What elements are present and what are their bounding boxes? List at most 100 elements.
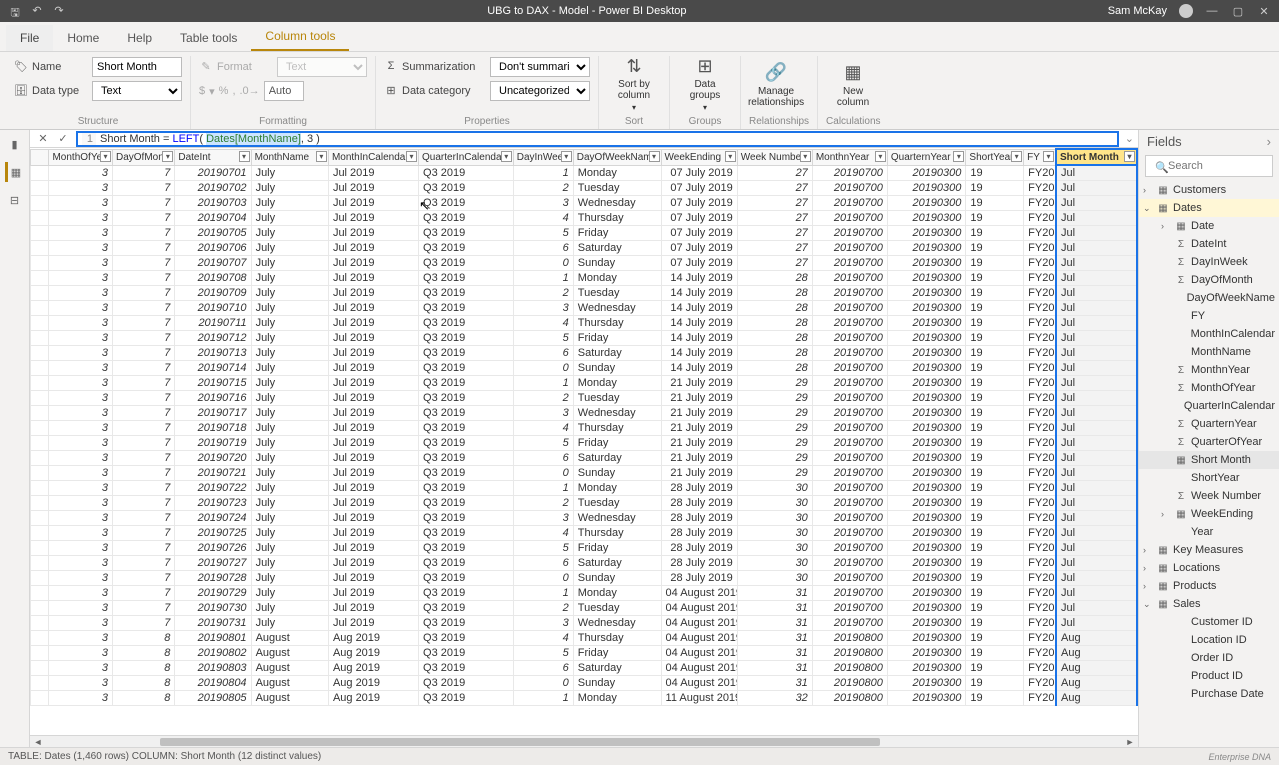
cell[interactable]: 20190706 bbox=[175, 241, 251, 256]
cell[interactable]: Jul 2019 bbox=[328, 511, 418, 526]
cell[interactable]: 19 bbox=[966, 451, 1024, 466]
cell[interactable]: Sunday bbox=[573, 676, 661, 691]
cell[interactable]: 28 July 2019 bbox=[661, 526, 737, 541]
cell[interactable]: 31 bbox=[737, 646, 812, 661]
cell[interactable]: 19 bbox=[966, 421, 1024, 436]
cell[interactable]: 19 bbox=[966, 541, 1024, 556]
collapse-fields-icon[interactable]: › bbox=[1267, 134, 1271, 149]
cell[interactable]: Tuesday bbox=[573, 181, 661, 196]
cell[interactable]: July bbox=[251, 541, 328, 556]
cell[interactable]: Jul 2019 bbox=[328, 571, 418, 586]
cell[interactable]: July bbox=[251, 331, 328, 346]
cell[interactable]: 0 bbox=[513, 571, 573, 586]
cell[interactable]: 20190700 bbox=[812, 196, 887, 211]
cell[interactable]: Thursday bbox=[573, 211, 661, 226]
cell[interactable]: 20190300 bbox=[887, 165, 966, 181]
cell[interactable]: Monday bbox=[573, 165, 661, 181]
fields-column-product-id[interactable]: Product ID bbox=[1139, 667, 1279, 685]
cell[interactable]: Q3 2019 bbox=[419, 631, 514, 646]
cell[interactable]: 19 bbox=[966, 586, 1024, 601]
cell[interactable]: Jul 2019 bbox=[328, 346, 418, 361]
cell[interactable]: Aug bbox=[1056, 676, 1137, 691]
cell[interactable]: Q3 2019 bbox=[419, 271, 514, 286]
cell[interactable]: 20190300 bbox=[887, 361, 966, 376]
cell[interactable]: July bbox=[251, 586, 328, 601]
cell[interactable]: 20190727 bbox=[175, 556, 251, 571]
col-filter-we[interactable]: ▾ bbox=[725, 151, 736, 162]
cell[interactable]: July bbox=[251, 391, 328, 406]
cell[interactable]: 19 bbox=[966, 511, 1024, 526]
fields-column-monthnyear[interactable]: ΣMonthnYear bbox=[1139, 361, 1279, 379]
col-header-downame[interactable]: DayOfWeekName▾ bbox=[573, 149, 661, 165]
cell[interactable]: 20190700 bbox=[812, 541, 887, 556]
cell[interactable]: Jul bbox=[1056, 616, 1137, 631]
cell[interactable]: Jul bbox=[1056, 241, 1137, 256]
cell[interactable]: 7 bbox=[112, 181, 174, 196]
cell[interactable]: 20190300 bbox=[887, 616, 966, 631]
col-header-fy[interactable]: FY▾ bbox=[1024, 149, 1056, 165]
cell[interactable]: 20190803 bbox=[175, 661, 251, 676]
tab-help[interactable]: Help bbox=[113, 25, 166, 51]
cell[interactable]: 7 bbox=[112, 226, 174, 241]
cell[interactable]: Jul 2019 bbox=[328, 421, 418, 436]
cell[interactable]: 28 July 2019 bbox=[661, 541, 737, 556]
cell[interactable]: 20190300 bbox=[887, 346, 966, 361]
cell[interactable]: 20190700 bbox=[812, 181, 887, 196]
table-row[interactable]: 3720190718JulyJul 2019Q3 20194Thursday21… bbox=[31, 421, 1138, 436]
cell[interactable]: 7 bbox=[112, 376, 174, 391]
cell[interactable]: 4 bbox=[513, 631, 573, 646]
table-row[interactable]: 3720190710JulyJul 2019Q3 20193Wednesday1… bbox=[31, 301, 1138, 316]
cell[interactable]: Jul 2019 bbox=[328, 451, 418, 466]
table-row[interactable]: 3720190731JulyJul 2019Q3 20193Wednesday0… bbox=[31, 616, 1138, 631]
table-row[interactable]: 3720190719JulyJul 2019Q3 20195Friday21 J… bbox=[31, 436, 1138, 451]
cell[interactable]: 8 bbox=[112, 676, 174, 691]
cell[interactable]: 20190705 bbox=[175, 226, 251, 241]
cell[interactable]: 3 bbox=[49, 511, 113, 526]
cell[interactable]: August bbox=[251, 646, 328, 661]
cell[interactable]: Jul bbox=[1056, 346, 1137, 361]
cell[interactable]: 29 bbox=[737, 466, 812, 481]
cell[interactable]: 20190300 bbox=[887, 391, 966, 406]
cell[interactable]: 14 July 2019 bbox=[661, 271, 737, 286]
cell[interactable]: 20190700 bbox=[812, 496, 887, 511]
cell[interactable]: 04 August 2019 bbox=[661, 586, 737, 601]
cell[interactable]: 31 bbox=[737, 616, 812, 631]
cell[interactable]: 3 bbox=[49, 346, 113, 361]
cell[interactable]: Monday bbox=[573, 271, 661, 286]
cell[interactable]: 2 bbox=[513, 496, 573, 511]
col-filter-moy[interactable]: ▾ bbox=[100, 151, 111, 162]
cell[interactable]: Aug bbox=[1056, 661, 1137, 676]
cell[interactable]: 20190300 bbox=[887, 496, 966, 511]
cell[interactable]: 3 bbox=[49, 481, 113, 496]
cell[interactable]: 20190300 bbox=[887, 646, 966, 661]
cell[interactable]: Jul bbox=[1056, 481, 1137, 496]
cell[interactable]: 07 July 2019 bbox=[661, 165, 737, 181]
cell[interactable]: Aug bbox=[1056, 646, 1137, 661]
cell[interactable]: 20190300 bbox=[887, 511, 966, 526]
cell[interactable]: 20190715 bbox=[175, 376, 251, 391]
cell[interactable]: 19 bbox=[966, 466, 1024, 481]
cell[interactable]: 20190701 bbox=[175, 165, 251, 181]
summarization-select[interactable]: Don't summarize bbox=[490, 57, 590, 77]
cell[interactable]: 7 bbox=[112, 196, 174, 211]
col-filter-wkno[interactable]: ▾ bbox=[800, 151, 811, 162]
cell[interactable]: 2 bbox=[513, 181, 573, 196]
cell[interactable]: 20190700 bbox=[812, 376, 887, 391]
cell[interactable]: 20190700 bbox=[812, 481, 887, 496]
table-row[interactable]: 3720190708JulyJul 2019Q3 20191Monday14 J… bbox=[31, 271, 1138, 286]
cell[interactable]: Monday bbox=[573, 691, 661, 706]
cell[interactable]: 20190300 bbox=[887, 481, 966, 496]
fields-table-key-measures[interactable]: Key Measures bbox=[1139, 541, 1279, 559]
cell[interactable]: July bbox=[251, 316, 328, 331]
cell[interactable]: Jul 2019 bbox=[328, 181, 418, 196]
cell[interactable]: 20190300 bbox=[887, 601, 966, 616]
cell[interactable]: 20190300 bbox=[887, 181, 966, 196]
cell[interactable]: August bbox=[251, 691, 328, 706]
cell[interactable]: 20190700 bbox=[812, 466, 887, 481]
cell[interactable]: 20190700 bbox=[812, 421, 887, 436]
cell[interactable]: 20190800 bbox=[812, 661, 887, 676]
cell[interactable]: FY20 bbox=[1024, 601, 1056, 616]
cell[interactable]: Jul bbox=[1056, 526, 1137, 541]
cell[interactable]: Q3 2019 bbox=[419, 616, 514, 631]
cell[interactable]: July bbox=[251, 346, 328, 361]
